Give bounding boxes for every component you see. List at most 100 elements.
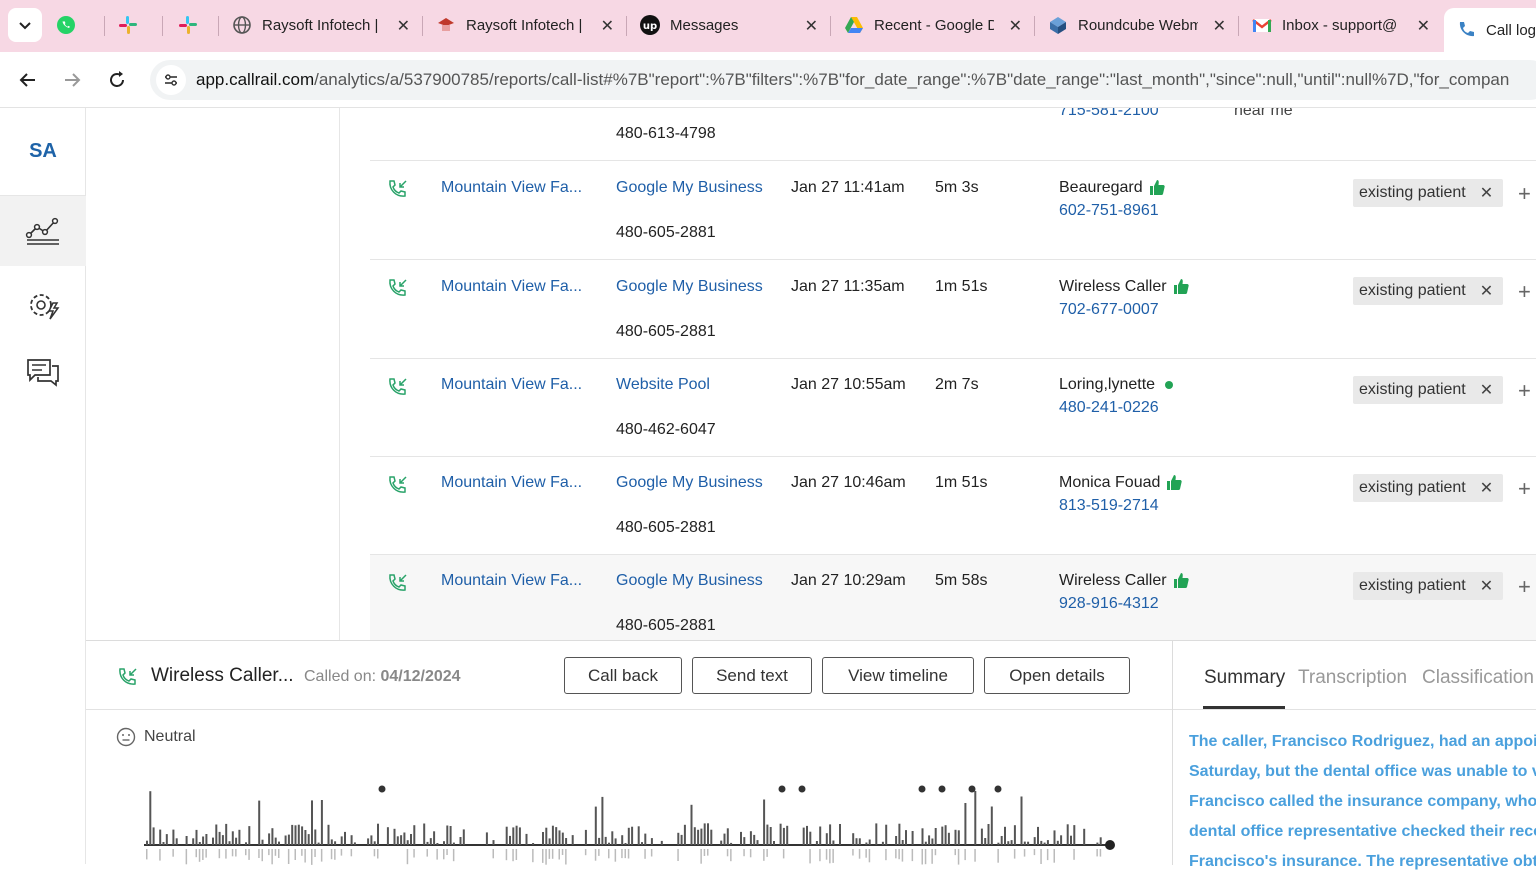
waveform-bar	[185, 836, 188, 845]
remove-tag-icon[interactable]: ✕	[1480, 380, 1493, 400]
close-icon[interactable]: ✕	[805, 16, 818, 36]
close-icon[interactable]: ✕	[1417, 16, 1430, 36]
waveform-bar	[858, 838, 861, 845]
waveform-bar	[594, 806, 597, 845]
back-button[interactable]	[12, 64, 44, 96]
waveform-bar-secondary	[551, 849, 554, 859]
tab-summary[interactable]: Summary	[1204, 667, 1285, 689]
table-row[interactable]: Mountain View Fa... Google My Business 4…	[370, 160, 1536, 258]
waveform-bar-secondary	[248, 849, 250, 860]
source-link[interactable]: Google My Business	[616, 474, 763, 492]
phone-icon	[1456, 20, 1476, 40]
waveform-marker	[378, 785, 386, 793]
site-info-icon[interactable]	[156, 65, 186, 95]
filter-panel	[86, 108, 340, 640]
waveform-bar	[875, 823, 878, 845]
waveform-bar-secondary	[858, 849, 861, 859]
tab-messages[interactable]: up Messages ✕	[640, 9, 826, 41]
reload-button[interactable]	[101, 64, 133, 96]
close-icon[interactable]: ✕	[397, 16, 410, 36]
waveform-bar	[1046, 840, 1049, 845]
company-link[interactable]: Mountain View Fa...	[441, 474, 582, 492]
remove-tag-icon[interactable]: ✕	[1480, 576, 1493, 596]
incoming-call-icon	[119, 668, 137, 685]
sidebar-item-conversations[interactable]	[0, 338, 86, 408]
caller-name: Monica Fouad	[1059, 474, 1183, 492]
table-row[interactable]: Mountain View Fa... Website Pool 480-462…	[370, 358, 1536, 456]
company-link[interactable]: Mountain View Fa...	[441, 376, 582, 394]
source-link[interactable]: Google My Business	[616, 278, 763, 296]
waveform-bar-secondary	[350, 849, 353, 857]
caller-phone-link[interactable]: 813-519-2714	[1059, 497, 1159, 515]
tab-google-drive[interactable]: Recent - Google D ✕	[844, 9, 1030, 41]
summary-tabs: Summary Transcription Classification	[1173, 641, 1536, 710]
waveform-bar	[601, 796, 604, 845]
waveform-bar	[987, 824, 990, 845]
remove-tag-icon[interactable]: ✕	[1480, 183, 1493, 203]
tab-slack-2[interactable]	[178, 9, 218, 41]
close-icon[interactable]: ✕	[1213, 16, 1226, 36]
waveform-bar-secondary	[703, 849, 706, 856]
tab-classification[interactable]: Classification	[1422, 667, 1534, 689]
call-duration: 2m 7s	[935, 376, 979, 393]
send-text-button[interactable]: Send text	[692, 657, 812, 694]
waveform-bar-secondary	[202, 849, 204, 860]
source-link[interactable]: Google My Business	[616, 572, 763, 590]
sidebar-item-settings[interactable]	[0, 270, 86, 340]
table-row[interactable]: Mountain View Fa... Google My Business 4…	[370, 259, 1536, 357]
table-row[interactable]: Mountain View Fa... Google My Business 4…	[370, 456, 1536, 554]
tab-raysoft-2[interactable]: Raysoft Infotech | ✕	[436, 9, 622, 41]
caller-phone-link[interactable]: 928-916-4312	[1059, 595, 1159, 613]
add-tag-button[interactable]: +	[1518, 378, 1531, 404]
tab-gmail[interactable]: Inbox - support@ ✕	[1252, 9, 1438, 41]
tab-call-log[interactable]: Call log	[1444, 8, 1536, 52]
waveform-bar	[680, 834, 683, 845]
tab-roundcube[interactable]: Roundcube Webm ✕	[1048, 9, 1234, 41]
tab-search-button[interactable]	[8, 8, 42, 42]
waveform-bar	[192, 838, 195, 845]
thumbs-up-icon	[1173, 279, 1189, 295]
address-bar[interactable]: app.callrail.com/analytics/a/537900785/r…	[150, 60, 1536, 100]
remove-tag-icon[interactable]: ✕	[1480, 281, 1493, 301]
waveform-bar-secondary	[198, 849, 201, 862]
caller-name: Wireless Caller	[1059, 572, 1189, 590]
tab-whatsapp[interactable]	[56, 9, 96, 41]
add-tag-button[interactable]: +	[1518, 476, 1531, 502]
source-link[interactable]: Google My Business	[616, 179, 763, 197]
add-tag-button[interactable]: +	[1518, 574, 1531, 600]
caller-phone-link[interactable]: 480-241-0226	[1059, 399, 1159, 417]
view-timeline-button[interactable]: View timeline	[822, 657, 974, 694]
close-icon[interactable]: ✕	[601, 16, 614, 36]
remove-tag-icon[interactable]: ✕	[1480, 478, 1493, 498]
company-link[interactable]: Mountain View Fa...	[441, 278, 582, 296]
waveform-bar	[786, 825, 789, 845]
close-icon[interactable]: ✕	[1009, 16, 1022, 36]
tab-transcription[interactable]: Transcription	[1298, 667, 1407, 689]
caller-name: Wireless Caller	[1059, 278, 1189, 296]
waveform-bar-secondary	[231, 849, 234, 857]
waveform-bar	[621, 835, 624, 845]
waveform-bar	[707, 823, 709, 845]
company-link[interactable]: Mountain View Fa...	[441, 572, 582, 590]
table-row-selected[interactable]: Mountain View Fa... Google My Business 4…	[370, 554, 1536, 640]
forward-button[interactable]	[56, 64, 88, 96]
company-link[interactable]: Mountain View Fa...	[441, 179, 582, 197]
account-logo[interactable]: SA	[0, 108, 86, 196]
caller-phone-link[interactable]: 602-751-8961	[1059, 202, 1159, 220]
source-link[interactable]: Website Pool	[616, 376, 710, 394]
audio-waveform[interactable]	[142, 781, 1122, 865]
caller-phone-link[interactable]: 715-581-2100	[1059, 108, 1159, 120]
call-back-button[interactable]: Call back	[564, 657, 682, 694]
waveform-bar	[990, 806, 993, 845]
tab-raysoft-1[interactable]: Raysoft Infotech | ✕	[232, 9, 418, 41]
waveform-bar	[611, 831, 614, 845]
open-details-button[interactable]: Open details	[984, 657, 1130, 694]
sidebar-item-analytics[interactable]	[0, 196, 86, 266]
add-tag-button[interactable]: +	[1518, 181, 1531, 207]
caller-phone-link[interactable]: 702-677-0007	[1059, 301, 1159, 319]
tab-slack-1[interactable]	[118, 9, 158, 41]
waveform-bar	[152, 827, 155, 845]
waveform-bar-secondary	[330, 849, 333, 860]
waveform-bar-secondary	[627, 849, 630, 859]
add-tag-button[interactable]: +	[1518, 279, 1531, 305]
